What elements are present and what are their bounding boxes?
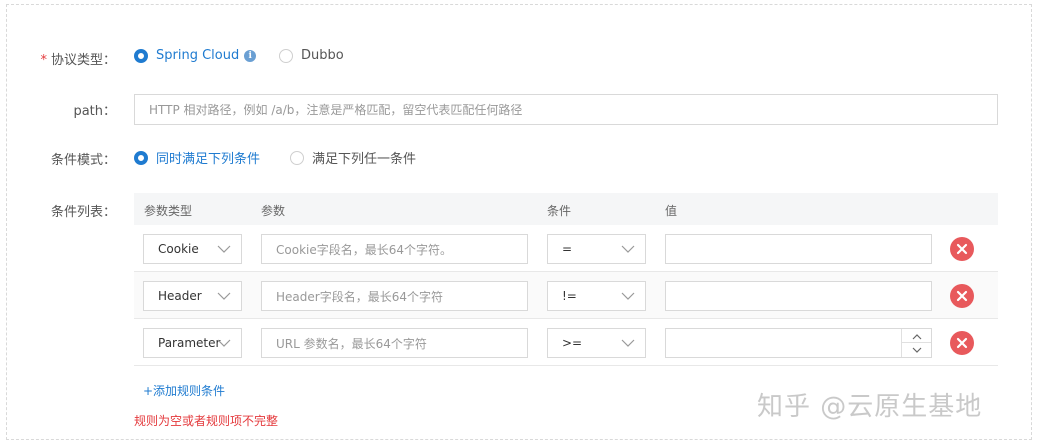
path-input-placeholder: HTTP 相对路径，例如 /a/b，注意是严格匹配，留空代表匹配任何路径	[149, 103, 523, 117]
param-name-placeholder: URL 参数名，最长64个字符	[276, 336, 427, 351]
chevron-down-icon	[621, 245, 635, 253]
radio-all-conditions[interactable]: 同时满足下列条件	[134, 148, 260, 167]
stepper-up-button[interactable]	[902, 329, 931, 343]
operator-select[interactable]: =	[547, 234, 646, 264]
info-icon[interactable]: i	[244, 49, 257, 62]
param-type-value: Header	[158, 289, 202, 303]
delete-row-button[interactable]	[950, 237, 974, 261]
stepper-down-button[interactable]	[902, 343, 931, 357]
chevron-down-icon	[621, 339, 635, 347]
condition-list-label: 条件列表：	[50, 205, 116, 220]
table-row: Header Header字段名，最长64个字符 !=	[134, 272, 998, 319]
radio-dot	[279, 48, 293, 63]
required-mark: *	[40, 53, 47, 68]
table-row: Cookie Cookie字段名，最长64个字符。 =	[134, 225, 998, 272]
chevron-down-icon	[621, 292, 635, 300]
radio-spring-cloud-label: Spring Cloud	[156, 48, 240, 63]
path-label: path：	[73, 104, 116, 119]
radio-dot	[134, 150, 148, 165]
operator-value: =	[562, 242, 573, 256]
table-header: 参数类型 参数 条件 值	[134, 193, 998, 225]
param-name-input[interactable]: URL 参数名，最长64个字符	[261, 328, 528, 358]
validation-error: 规则为空或者规则项不完整	[134, 414, 279, 428]
radio-dubbo[interactable]: Dubbo	[279, 48, 344, 63]
close-icon	[956, 243, 968, 255]
radio-spring-cloud[interactable]: Spring Cloud i	[134, 48, 257, 63]
radio-all-conditions-label: 同时满足下列条件	[156, 152, 261, 167]
column-header-condition: 条件	[547, 204, 572, 218]
param-type-select[interactable]: Cookie	[143, 234, 242, 264]
close-icon	[956, 337, 968, 349]
chevron-down-icon	[912, 347, 922, 353]
param-type-select[interactable]: Parameter	[143, 328, 242, 358]
delete-row-button[interactable]	[950, 284, 974, 308]
value-input[interactable]	[665, 281, 932, 311]
add-rule-link[interactable]: +添加规则条件	[143, 382, 225, 399]
param-type-select[interactable]: Header	[143, 281, 242, 311]
operator-select[interactable]: !=	[547, 281, 646, 311]
table-row: Parameter URL 参数名，最长64个字符 >=	[134, 319, 998, 366]
protocol-label: * 协议类型：	[6, 49, 116, 68]
condition-mode-label: 条件模式：	[50, 153, 116, 168]
param-type-value: Parameter	[158, 336, 221, 350]
operator-value: !=	[562, 289, 577, 303]
column-header-param-type: 参数类型	[144, 204, 193, 218]
number-stepper	[901, 329, 931, 357]
column-header-value: 值	[665, 204, 678, 218]
radio-dubbo-label: Dubbo	[301, 48, 344, 63]
value-number-input[interactable]	[665, 328, 932, 358]
param-name-placeholder: Header字段名，最长64个字符	[276, 289, 443, 304]
value-input[interactable]	[665, 234, 932, 264]
chevron-down-icon	[217, 245, 231, 253]
operator-select[interactable]: >=	[547, 328, 646, 358]
close-icon	[956, 290, 968, 302]
param-name-input[interactable]: Header字段名，最长64个字符	[261, 281, 528, 311]
radio-any-condition-label: 满足下列任一条件	[312, 152, 417, 167]
watermark: 知乎 @云原生基地	[757, 392, 983, 422]
column-header-param: 参数	[261, 204, 286, 218]
chevron-down-icon	[217, 339, 231, 347]
param-type-value: Cookie	[158, 242, 199, 256]
param-name-input[interactable]: Cookie字段名，最长64个字符。	[261, 234, 528, 264]
param-name-placeholder: Cookie字段名，最长64个字符。	[276, 242, 452, 257]
radio-any-condition[interactable]: 满足下列任一条件	[290, 148, 416, 167]
radio-dot	[134, 48, 148, 63]
operator-value: >=	[562, 336, 583, 350]
delete-row-button[interactable]	[950, 331, 974, 355]
chevron-up-icon	[912, 334, 922, 340]
path-input[interactable]: HTTP 相对路径，例如 /a/b，注意是严格匹配，留空代表匹配任何路径	[134, 94, 998, 125]
protocol-label-text: 协议类型：	[50, 53, 116, 68]
chevron-down-icon	[217, 292, 231, 300]
radio-dot	[290, 150, 304, 165]
